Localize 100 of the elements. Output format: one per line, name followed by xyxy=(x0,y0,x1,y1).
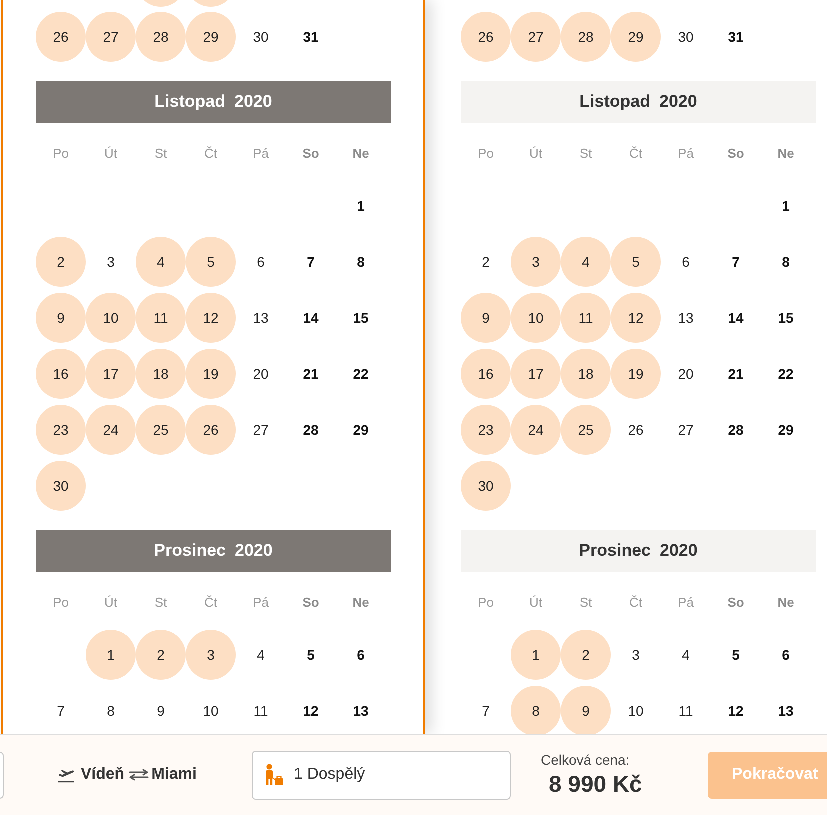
calendar-day[interactable]: 5 xyxy=(611,237,661,287)
year-label: 2020 xyxy=(234,540,273,562)
calendar-day: 8 xyxy=(357,254,365,270)
passenger-field[interactable]: 1 Dospělý xyxy=(252,750,511,800)
calendar-day[interactable]: 4 xyxy=(136,237,186,287)
month-name: Prosinec xyxy=(579,540,651,562)
calendar-day[interactable]: 16 xyxy=(36,349,86,399)
calendar-day[interactable]: 9 xyxy=(36,293,86,343)
calendar-day[interactable]: 30 xyxy=(36,461,86,511)
calendar-day[interactable]: 29 xyxy=(611,12,661,62)
calendar-day[interactable]: 11 xyxy=(136,293,186,343)
calendar-day: 13 xyxy=(253,310,269,326)
calendar-day[interactable]: 17 xyxy=(86,349,136,399)
destination-city: Miami xyxy=(152,765,197,785)
calendar-day[interactable]: 1 xyxy=(86,630,136,680)
calendar-day: 5 xyxy=(732,646,740,664)
calendar-day[interactable]: 16 xyxy=(461,349,511,399)
calendar-day[interactable]: 23 xyxy=(461,405,511,455)
weekday-label: Pá xyxy=(253,146,269,161)
calendar-day[interactable]: 2 xyxy=(561,630,611,680)
calendar-day: 29 xyxy=(353,422,369,438)
calendar-day: 28 xyxy=(728,422,744,438)
calendar-day[interactable]: 10 xyxy=(86,293,136,343)
calendar-day[interactable]: 2 xyxy=(36,237,86,287)
calendar-day: 8 xyxy=(107,702,115,720)
calendar-day[interactable]: 3 xyxy=(186,630,236,680)
calendar-day: 6 xyxy=(357,646,365,664)
year-label: 2020 xyxy=(234,91,272,114)
calendar-day[interactable]: 10 xyxy=(511,293,561,343)
two-way-arrows-icon xyxy=(128,769,149,781)
weekday-label: Út xyxy=(530,595,542,610)
calendar-day: 3 xyxy=(107,254,115,270)
total-price: 8 990 Kč xyxy=(549,771,642,798)
calendar-day[interactable]: 25 xyxy=(136,405,186,455)
calendar-day: 4 xyxy=(682,646,690,664)
calendar-day: 6 xyxy=(257,254,265,270)
weekday-label: Po xyxy=(53,595,69,610)
calendar-day[interactable]: 19 xyxy=(611,349,661,399)
calendar-day[interactable]: 8 xyxy=(511,686,561,734)
calendar-day: 12 xyxy=(303,702,319,720)
passenger-count: 1 Dospělý xyxy=(294,765,366,785)
calendar-day[interactable]: 5 xyxy=(186,237,236,287)
calendar-day: 27 xyxy=(678,422,694,438)
calendar-day: 11 xyxy=(678,702,694,720)
calendar-day[interactable]: 18 xyxy=(561,349,611,399)
calendar-day[interactable]: 24 xyxy=(511,405,561,455)
weekday-label: So xyxy=(728,146,744,161)
weekday-label: Po xyxy=(478,595,494,610)
calendar-day: 28 xyxy=(303,422,319,438)
weekday-label: So xyxy=(302,146,320,161)
calendar-day[interactable]: 1 xyxy=(511,630,561,680)
calendar-day: 10 xyxy=(628,702,644,720)
input-field[interactable] xyxy=(0,752,4,798)
weekday-label: Čt xyxy=(630,146,642,161)
calendar-day[interactable]: 12 xyxy=(186,293,236,343)
calendar-day: 15 xyxy=(353,310,369,326)
weekday-label: Ne xyxy=(778,146,794,161)
calendar-day[interactable]: 26 xyxy=(36,12,86,62)
calendar-day[interactable]: 9 xyxy=(461,293,511,343)
calendar-day[interactable]: 24 xyxy=(86,405,136,455)
calendar-day: 1 xyxy=(782,198,790,214)
calendar-day: 20 xyxy=(253,366,269,382)
calendar-day: 9 xyxy=(157,702,165,720)
weekday-label: Út xyxy=(104,146,118,161)
calendar-day[interactable]: 11 xyxy=(561,293,611,343)
calendar-day[interactable]: 26 xyxy=(461,12,511,62)
calendar-day[interactable]: 3 xyxy=(511,237,561,287)
weekday-label: Ne xyxy=(352,146,370,161)
calendar-day[interactable]: 30 xyxy=(461,461,511,511)
calendar-day[interactable]: 12 xyxy=(611,293,661,343)
calendar-day[interactable]: 2 xyxy=(136,630,186,680)
calendar-day: 6 xyxy=(782,646,790,664)
calendar-day[interactable]: 27 xyxy=(86,12,136,62)
calendar-day: 14 xyxy=(303,310,319,326)
calendar-day[interactable]: 9 xyxy=(561,686,611,734)
price-label: Celková cena: xyxy=(541,752,630,769)
weekday-label: So xyxy=(302,595,320,610)
calendar-day[interactable]: 4 xyxy=(561,237,611,287)
calendar-day[interactable]: 25 xyxy=(561,405,611,455)
month-name: Listopad xyxy=(580,91,650,114)
calendar-day[interactable]: 28 xyxy=(136,12,186,62)
calendar-day: 21 xyxy=(728,366,744,382)
calendar-day[interactable]: 18 xyxy=(136,349,186,399)
calendar-day[interactable]: 28 xyxy=(561,12,611,62)
calendar-day: 27 xyxy=(253,422,269,438)
calendar-day: 6 xyxy=(682,254,690,270)
calendar-day[interactable]: 26 xyxy=(186,405,236,455)
calendar-day[interactable]: 19 xyxy=(186,349,236,399)
calendar-day: 3 xyxy=(632,646,640,664)
calendar-day[interactable]: 29 xyxy=(186,12,236,62)
weekday-label: Čt xyxy=(204,595,218,610)
calendar-day: 30 xyxy=(253,28,269,46)
year-label: 2020 xyxy=(660,540,698,562)
weekday-label: Út xyxy=(104,595,118,610)
calendar-day[interactable]: 23 xyxy=(36,405,86,455)
calendar-day[interactable]: 17 xyxy=(511,349,561,399)
calendar-day[interactable]: 27 xyxy=(511,12,561,62)
month-name: Listopad xyxy=(154,91,226,114)
origin-city: Vídeň xyxy=(81,765,125,785)
calendar-day: 26 xyxy=(628,422,644,438)
